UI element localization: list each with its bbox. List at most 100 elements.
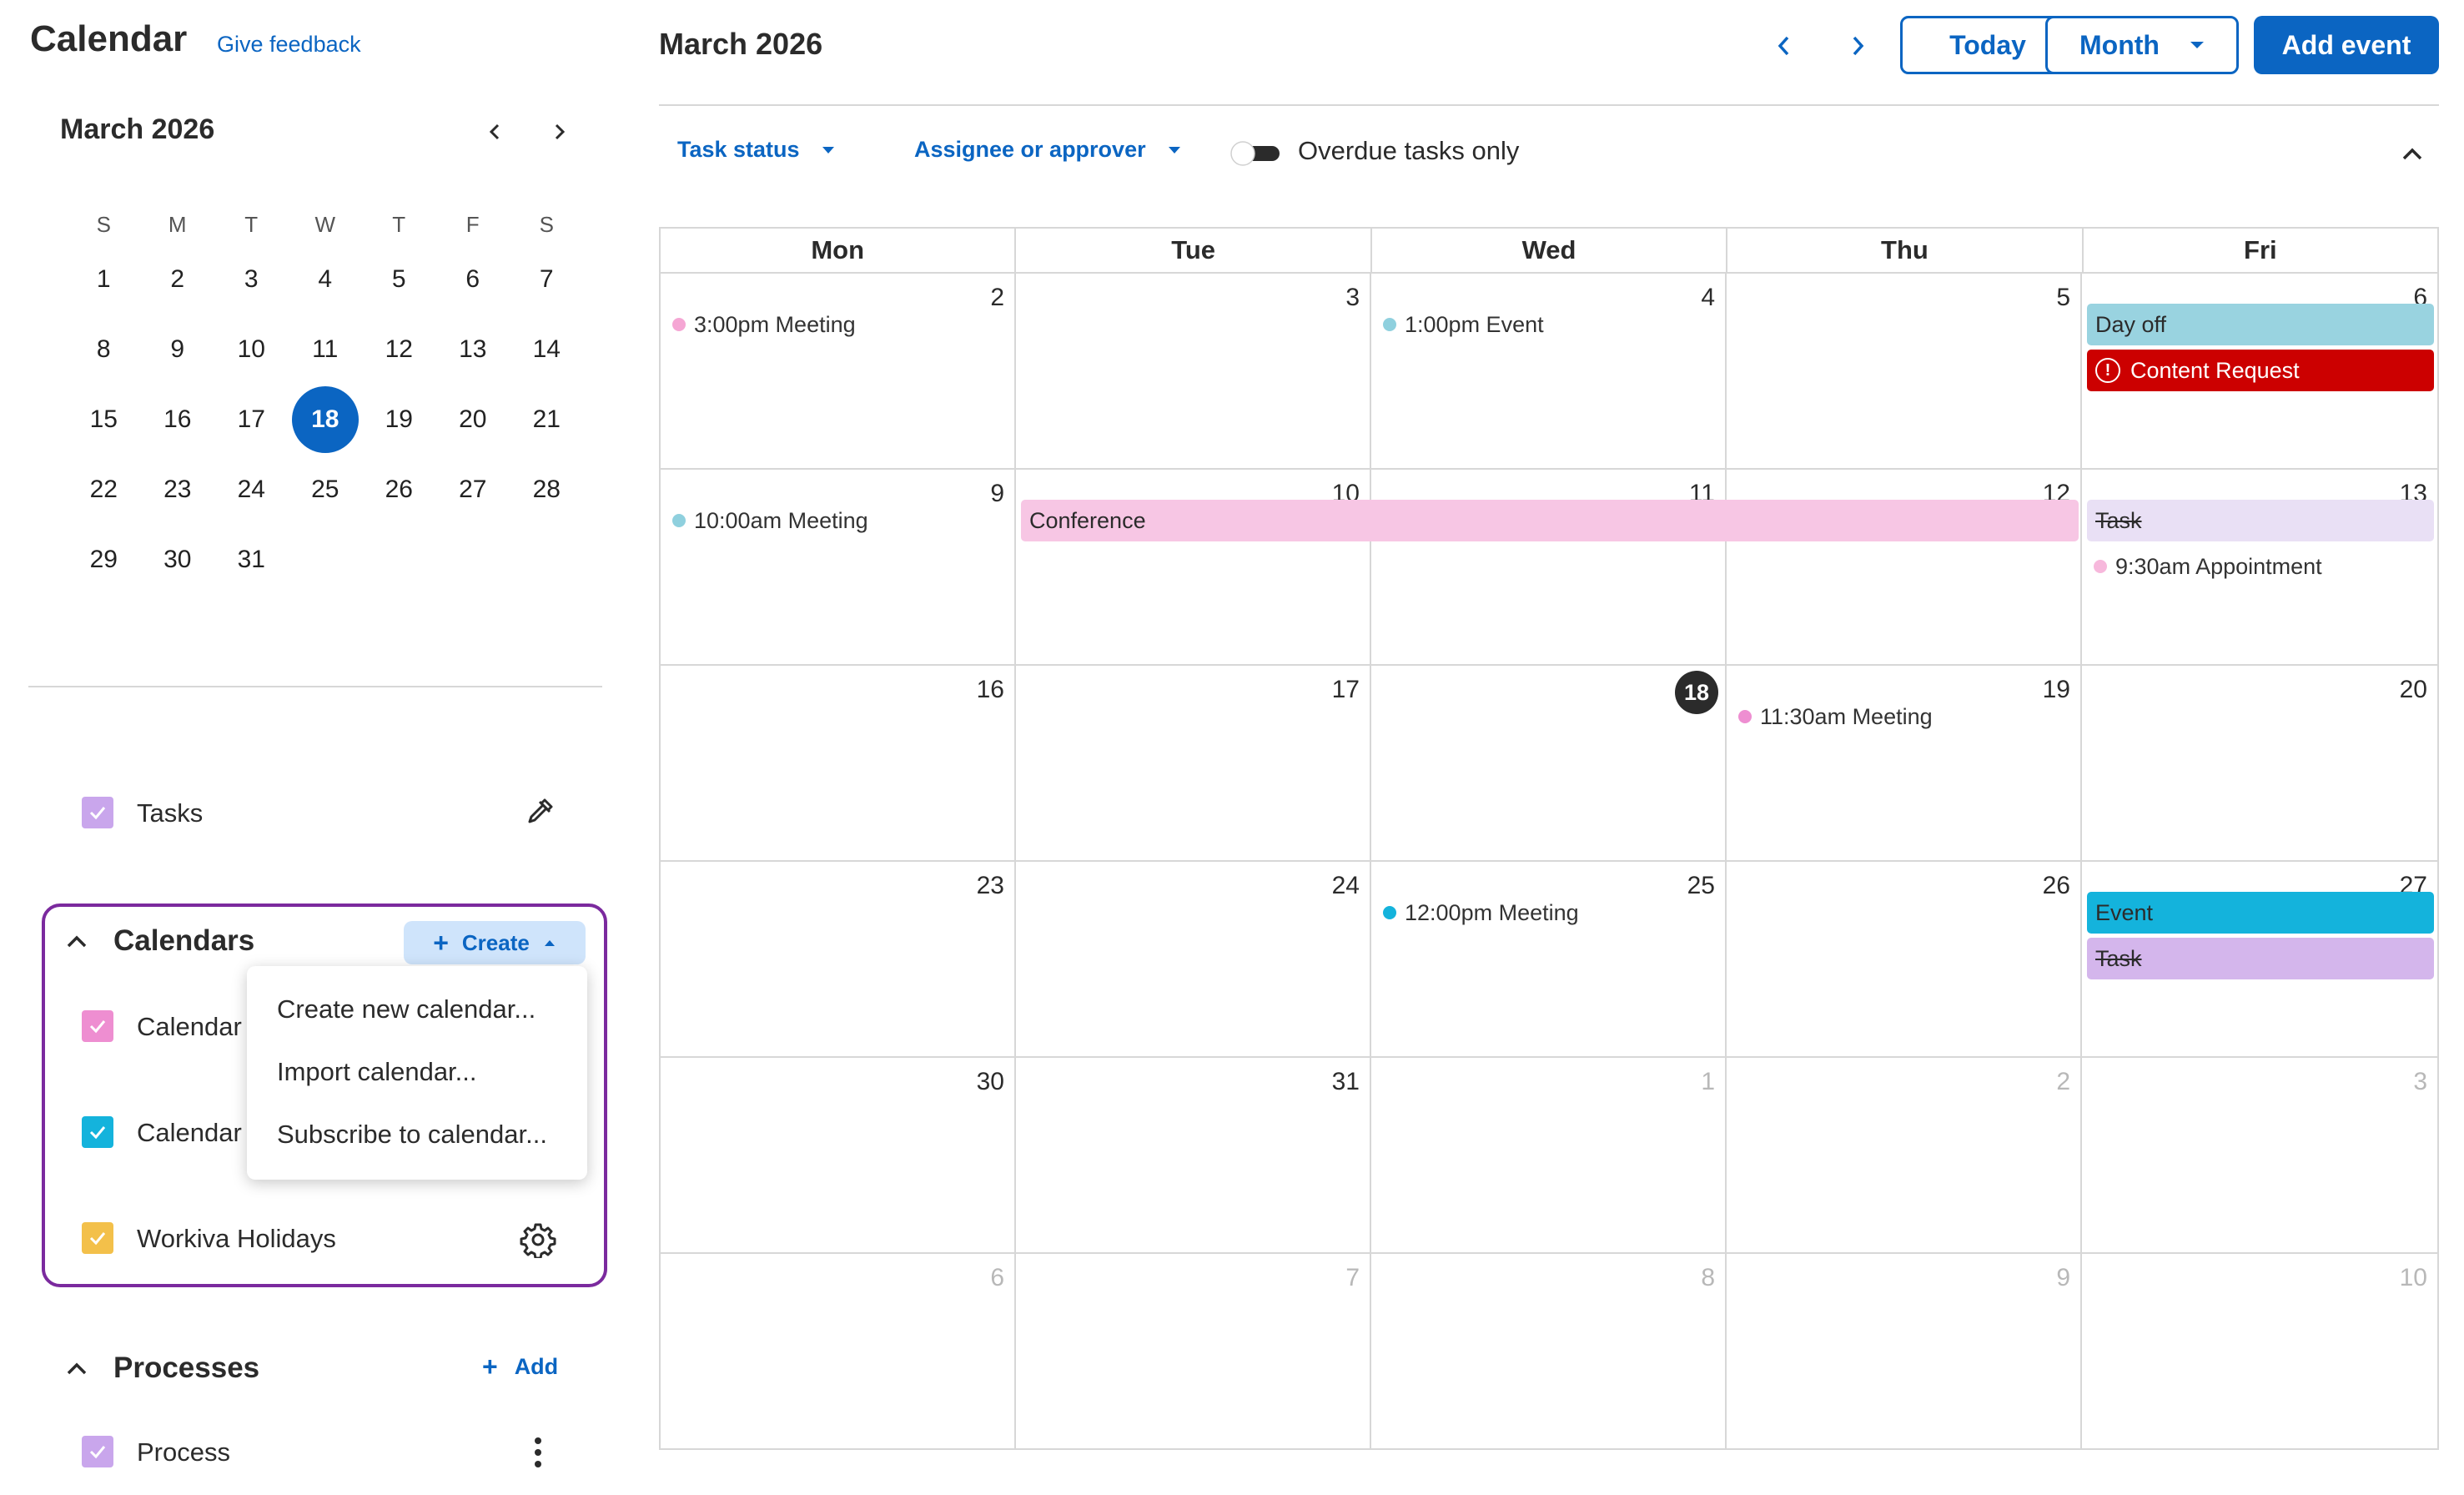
mini-day[interactable]: 23: [141, 455, 215, 525]
calendars-collapse-button[interactable]: [60, 924, 93, 958]
mini-day[interactable]: 20: [436, 385, 510, 455]
mini-day[interactable]: 9: [141, 315, 215, 385]
calendar-day-cell[interactable]: 30: [661, 1058, 1016, 1252]
mini-day[interactable]: 30: [141, 525, 215, 595]
calendar-day-cell[interactable]: 11: [1371, 470, 1727, 664]
mini-day[interactable]: 25: [289, 455, 363, 525]
mini-day[interactable]: 26: [362, 455, 436, 525]
mini-day[interactable]: 15: [67, 385, 141, 455]
event-event[interactable]: 1:00pm Event: [1383, 304, 1544, 345]
calendar-day-cell[interactable]: 2: [661, 274, 1016, 468]
calendar-day-cell[interactable]: 20: [2082, 666, 2437, 860]
mini-day[interactable]: 3: [214, 244, 289, 315]
calendar-day-cell[interactable]: 17: [1016, 666, 1371, 860]
calendar-day-cell[interactable]: 23: [661, 862, 1016, 1056]
event-day-off[interactable]: Day off: [2087, 304, 2434, 345]
menu-create-new-calendar[interactable]: Create new calendar...: [247, 978, 587, 1040]
menu-import-calendar[interactable]: Import calendar...: [247, 1040, 587, 1103]
add-process-button[interactable]: + Add: [482, 1353, 558, 1380]
overdue-toggle[interactable]: [1229, 140, 1283, 167]
tasks-checkbox[interactable]: [82, 797, 113, 828]
collapse-filters-button[interactable]: [2392, 133, 2432, 174]
calendar-day-cell[interactable]: 1: [1371, 1058, 1727, 1252]
calendar-day-cell[interactable]: 16: [661, 666, 1016, 860]
event-meeting[interactable]: 10:00am Meeting: [672, 500, 868, 541]
mini-prev-month-button[interactable]: [475, 112, 515, 152]
calendar-day-cell[interactable]: 8: [1371, 1254, 1727, 1448]
assignee-filter[interactable]: Assignee or approver: [914, 137, 1181, 163]
mini-day[interactable]: 5: [362, 244, 436, 315]
calendar-day-cell[interactable]: 9: [1727, 1254, 2082, 1448]
give-feedback-link[interactable]: Give feedback: [217, 32, 361, 58]
calendar-day-cell[interactable]: 5: [1727, 274, 2082, 468]
create-calendar-button[interactable]: + Create: [404, 921, 586, 964]
mini-day[interactable]: 7: [510, 244, 584, 315]
event-task[interactable]: Task: [2087, 938, 2434, 979]
event-event[interactable]: Event: [2087, 892, 2434, 934]
calendar-day-cell[interactable]: 12: [1727, 470, 2082, 664]
event-appointment[interactable]: 9:30am Appointment: [2094, 546, 2322, 587]
mini-day[interactable]: 24: [214, 455, 289, 525]
view-select-button[interactable]: Month: [2045, 16, 2239, 74]
process-more-button[interactable]: [525, 1432, 551, 1473]
task-status-filter[interactable]: Task status: [677, 137, 835, 163]
event-task[interactable]: Task: [2087, 500, 2434, 541]
color-picker-button[interactable]: [519, 791, 561, 833]
event-content-request[interactable]: ! Content Request: [2087, 350, 2434, 391]
mini-day[interactable]: 31: [214, 525, 289, 595]
mini-day[interactable]: 28: [510, 455, 584, 525]
next-month-button[interactable]: [1837, 25, 1878, 67]
processes-collapse-button[interactable]: [60, 1352, 93, 1385]
mini-day[interactable]: 6: [436, 244, 510, 315]
process-checkbox[interactable]: [82, 1436, 113, 1467]
mini-day[interactable]: 21: [510, 385, 584, 455]
mini-day[interactable]: 18: [289, 385, 363, 455]
mini-day[interactable]: 4: [289, 244, 363, 315]
mini-next-month-button[interactable]: [539, 112, 579, 152]
mini-day[interactable]: 19: [362, 385, 436, 455]
calendar-day-cell[interactable]: 26: [1727, 862, 2082, 1056]
calendar-day-cell[interactable]: 3: [1016, 274, 1371, 468]
calendar-day-cell[interactable]: 9: [661, 470, 1016, 664]
menu-subscribe-calendar[interactable]: Subscribe to calendar...: [247, 1103, 587, 1165]
mini-day[interactable]: 12: [362, 315, 436, 385]
calendar-day-cell[interactable]: 18: [1371, 666, 1727, 860]
mini-day[interactable]: 29: [67, 525, 141, 595]
calendar-day-cell[interactable]: 19: [1727, 666, 2082, 860]
calendar-day-cell[interactable]: 10: [2082, 1254, 2437, 1448]
mini-day[interactable]: 13: [436, 315, 510, 385]
calendar-1-checkbox[interactable]: [82, 1010, 113, 1042]
workiva-holidays-checkbox[interactable]: [82, 1222, 113, 1254]
holidays-settings-button[interactable]: [517, 1219, 559, 1261]
mini-day[interactable]: 1: [67, 244, 141, 315]
calendar-day-cell[interactable]: 25: [1371, 862, 1727, 1056]
event-conference[interactable]: Conference: [1021, 500, 2079, 541]
mini-day[interactable]: 8: [67, 315, 141, 385]
mini-day[interactable]: 10: [214, 315, 289, 385]
mini-day-number: 16: [163, 405, 192, 433]
mini-day[interactable]: 22: [67, 455, 141, 525]
calendar-2-label: Calendar: [137, 1118, 242, 1147]
mini-day[interactable]: 11: [289, 315, 363, 385]
calendar-week-row: 6 7 8 9 10: [661, 1254, 2437, 1450]
calendar-day-cell[interactable]: 31: [1016, 1058, 1371, 1252]
mini-day[interactable]: 16: [141, 385, 215, 455]
calendar-2-checkbox[interactable]: [82, 1116, 113, 1148]
event-meeting[interactable]: 3:00pm Meeting: [672, 304, 856, 345]
calendar-day-cell[interactable]: 7: [1016, 1254, 1371, 1448]
prev-month-button[interactable]: [1763, 25, 1805, 67]
calendar-day-cell[interactable]: 4: [1371, 274, 1727, 468]
calendar-day-cell[interactable]: 10: [1016, 470, 1371, 664]
event-meeting[interactable]: 11:30am Meeting: [1738, 696, 1933, 737]
calendar-day-cell[interactable]: 3: [2082, 1058, 2437, 1252]
mini-day[interactable]: 2: [141, 244, 215, 315]
calendar-day-cell[interactable]: 6: [661, 1254, 1016, 1448]
add-event-button[interactable]: Add event: [2254, 16, 2439, 74]
mini-day[interactable]: 27: [436, 455, 510, 525]
calendar-day-cell[interactable]: 24: [1016, 862, 1371, 1056]
calendar-day-cell[interactable]: 2: [1727, 1058, 2082, 1252]
mini-day[interactable]: 14: [510, 315, 584, 385]
calendar-week-row: 16 17 18 19 20: [661, 666, 2437, 862]
mini-day[interactable]: 17: [214, 385, 289, 455]
event-meeting[interactable]: 12:00pm Meeting: [1383, 892, 1579, 934]
